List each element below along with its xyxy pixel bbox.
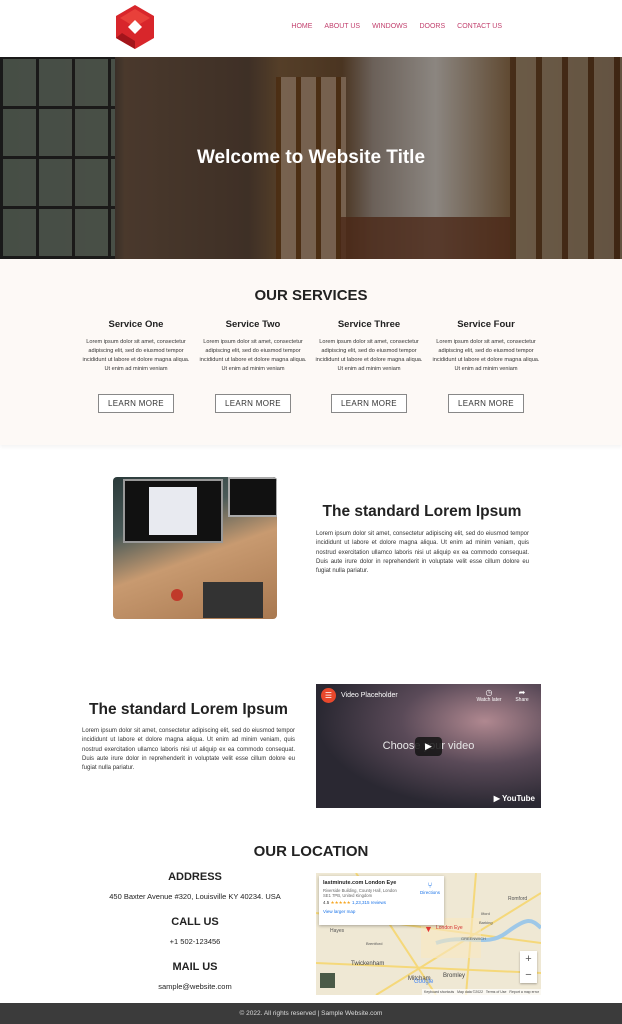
zoom-controls: + − bbox=[520, 951, 537, 983]
nav-about-us[interactable]: ABOUT US bbox=[324, 23, 360, 30]
address-text: 450 Baxter Avenue #320, Louisville KY 40… bbox=[109, 892, 281, 901]
feature-title: The standard Lorem Ipsum bbox=[89, 701, 288, 718]
logo-icon[interactable] bbox=[116, 5, 154, 49]
hero-title: Welcome to Website Title bbox=[196, 147, 426, 168]
service-text: Lorem ipsum dolor sit amet, consectetur … bbox=[315, 339, 423, 372]
service-card: Service Four Lorem ipsum dolor sit amet,… bbox=[431, 319, 541, 413]
rating: 4.5 bbox=[323, 900, 330, 905]
learn-more-button[interactable]: LEARN MORE bbox=[331, 394, 407, 413]
map-label: Brentford bbox=[366, 941, 383, 946]
google-map[interactable]: Hayes Romford Twickenham Bromley Mitcham… bbox=[316, 873, 541, 995]
nav-contact-us[interactable]: CONTACT US bbox=[457, 23, 502, 30]
service-text: Lorem ipsum dolor sit amet, consectetur … bbox=[432, 339, 540, 372]
share-icon: ➦ bbox=[518, 688, 526, 697]
hero-banner: Welcome to Website Title bbox=[0, 57, 622, 259]
video-player[interactable]: ☰ Video Placeholder ◷ Watch later ➦ Share … bbox=[316, 684, 541, 808]
service-title: Service One bbox=[108, 319, 164, 330]
youtube-label: YouTube bbox=[501, 794, 535, 803]
video-title: Video Placeholder bbox=[341, 692, 398, 699]
stars-icon: ★★★★★ bbox=[330, 900, 351, 905]
map-label: Ilford bbox=[481, 911, 490, 916]
channel-icon: ☰ bbox=[321, 688, 336, 703]
play-button[interactable]: ▶ bbox=[415, 737, 442, 756]
clock-icon: ◷ bbox=[485, 688, 493, 697]
directions-label: Directions bbox=[419, 890, 440, 895]
watch-later-label: Watch later bbox=[476, 697, 502, 703]
feature-text: Lorem ipsum dolor sit amet, consectetur … bbox=[82, 728, 295, 772]
phone-text: +1 502-123456 bbox=[169, 937, 221, 946]
zoom-out-button[interactable]: − bbox=[520, 967, 537, 983]
monitor bbox=[228, 477, 277, 517]
service-title: Service Three bbox=[337, 319, 401, 330]
learn-more-button[interactable]: LEARN MORE bbox=[215, 394, 291, 413]
service-card: Service One Lorem ipsum dolor sit amet, … bbox=[81, 319, 191, 413]
services-title: OUR SERVICES bbox=[254, 287, 368, 304]
nav-home[interactable]: HOME bbox=[291, 23, 312, 30]
satellite-toggle[interactable] bbox=[320, 973, 335, 988]
service-card: Service Three Lorem ipsum dolor sit amet… bbox=[314, 319, 424, 413]
share-label: Share bbox=[515, 697, 529, 703]
watch-later-button[interactable]: ◷ Watch later bbox=[476, 688, 502, 703]
site-header: HOME ABOUT US WINDOWS DOORS CONTACT US bbox=[0, 0, 622, 57]
map-label: Barking bbox=[479, 920, 493, 925]
service-title: Service Four bbox=[457, 319, 515, 330]
service-card: Service Two Lorem ipsum dolor sit amet, … bbox=[198, 319, 308, 413]
services-section: OUR SERVICES Service One Lorem ipsum dol… bbox=[0, 259, 622, 445]
map-label: Romford bbox=[508, 896, 528, 902]
nav-doors[interactable]: DOORS bbox=[419, 23, 445, 30]
call-label: CALL US bbox=[171, 916, 219, 928]
learn-more-button[interactable]: LEARN MORE bbox=[448, 394, 524, 413]
share-button[interactable]: ➦ Share bbox=[511, 688, 533, 703]
service-text: Lorem ipsum dolor sit amet, consectetur … bbox=[82, 339, 190, 372]
mug bbox=[171, 589, 183, 601]
email-text: sample@website.com bbox=[158, 982, 232, 991]
map-label: Twickenham bbox=[351, 961, 385, 967]
directions-icon: ⑂ bbox=[427, 881, 433, 890]
learn-more-button[interactable]: LEARN MORE bbox=[98, 394, 174, 413]
place-card: lastminute.com London Eye Riverside Buil… bbox=[319, 876, 444, 925]
copyright-text: © 2022. All rights reserved | Sample Web… bbox=[239, 1010, 383, 1017]
main-nav: HOME ABOUT US WINDOWS DOORS CONTACT US bbox=[291, 23, 502, 30]
map-pin-icon[interactable]: ▼ bbox=[424, 924, 433, 934]
nav-windows[interactable]: WINDOWS bbox=[372, 23, 407, 30]
place-address: Riverside Building, County Hall, London … bbox=[323, 888, 397, 898]
service-title: Service Two bbox=[225, 319, 281, 330]
map-label: Bromley bbox=[443, 973, 466, 979]
feature-title: The standard Lorem Ipsum bbox=[322, 503, 522, 520]
directions-button[interactable]: ⑂ Directions bbox=[420, 881, 440, 895]
map-label: Hayes bbox=[330, 928, 345, 934]
service-text: Lorem ipsum dolor sit amet, consectetur … bbox=[199, 339, 307, 372]
map-attribution[interactable]: Keyboard shortcuts Map data ©2022 Terms … bbox=[422, 989, 541, 995]
map-label: GREENWICH bbox=[461, 936, 486, 941]
google-logo: Google bbox=[414, 979, 434, 985]
view-larger-map-link[interactable]: View larger map bbox=[323, 909, 440, 914]
zoom-in-button[interactable]: + bbox=[520, 951, 537, 967]
desk-computer-image bbox=[113, 477, 277, 619]
mail-label: MAIL US bbox=[172, 961, 218, 973]
location-title: OUR LOCATION bbox=[253, 843, 369, 860]
feature-text: Lorem ipsum dolor sit amet, consectetur … bbox=[316, 531, 529, 575]
laptop bbox=[203, 582, 263, 618]
address-label: ADDRESS bbox=[168, 871, 222, 883]
contact-info: ADDRESS 450 Baxter Avenue #320, Louisvil… bbox=[95, 871, 295, 991]
monitor bbox=[123, 479, 223, 543]
reviews-link[interactable]: 1,23,315 reviews bbox=[352, 900, 386, 905]
site-footer: © 2022. All rights reserved | Sample Web… bbox=[0, 1003, 622, 1024]
map-pin-label: London Eye bbox=[436, 925, 463, 931]
youtube-logo[interactable]: ▶ YouTube bbox=[494, 794, 535, 803]
